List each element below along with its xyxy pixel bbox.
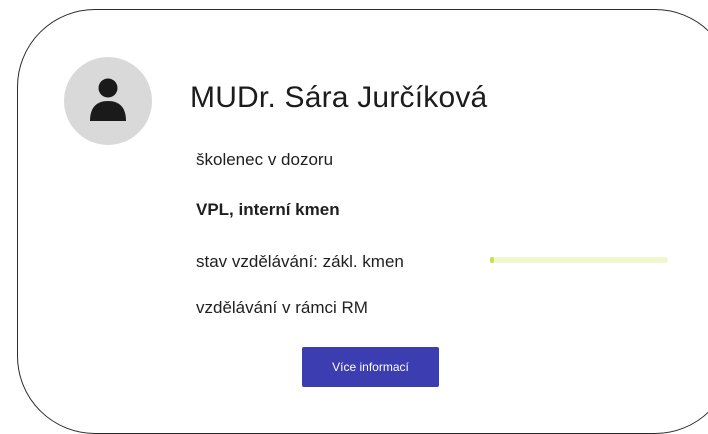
profile-department: VPL, interní kmen (196, 200, 340, 219)
profile-role: školenec v dozoru (196, 150, 334, 169)
education-status-label: stav vzdělávání: zákl. kmen (196, 252, 404, 271)
rm-education-label: vzdělávání v rámci RM (196, 298, 368, 317)
user-icon (90, 78, 126, 121)
more-info-button[interactable]: Více informací (302, 347, 439, 387)
education-progress-fill (490, 257, 494, 263)
avatar (64, 57, 152, 145)
profile-name: MUDr. Sára Jurčíková (190, 81, 488, 114)
education-progress-bar (490, 257, 668, 263)
